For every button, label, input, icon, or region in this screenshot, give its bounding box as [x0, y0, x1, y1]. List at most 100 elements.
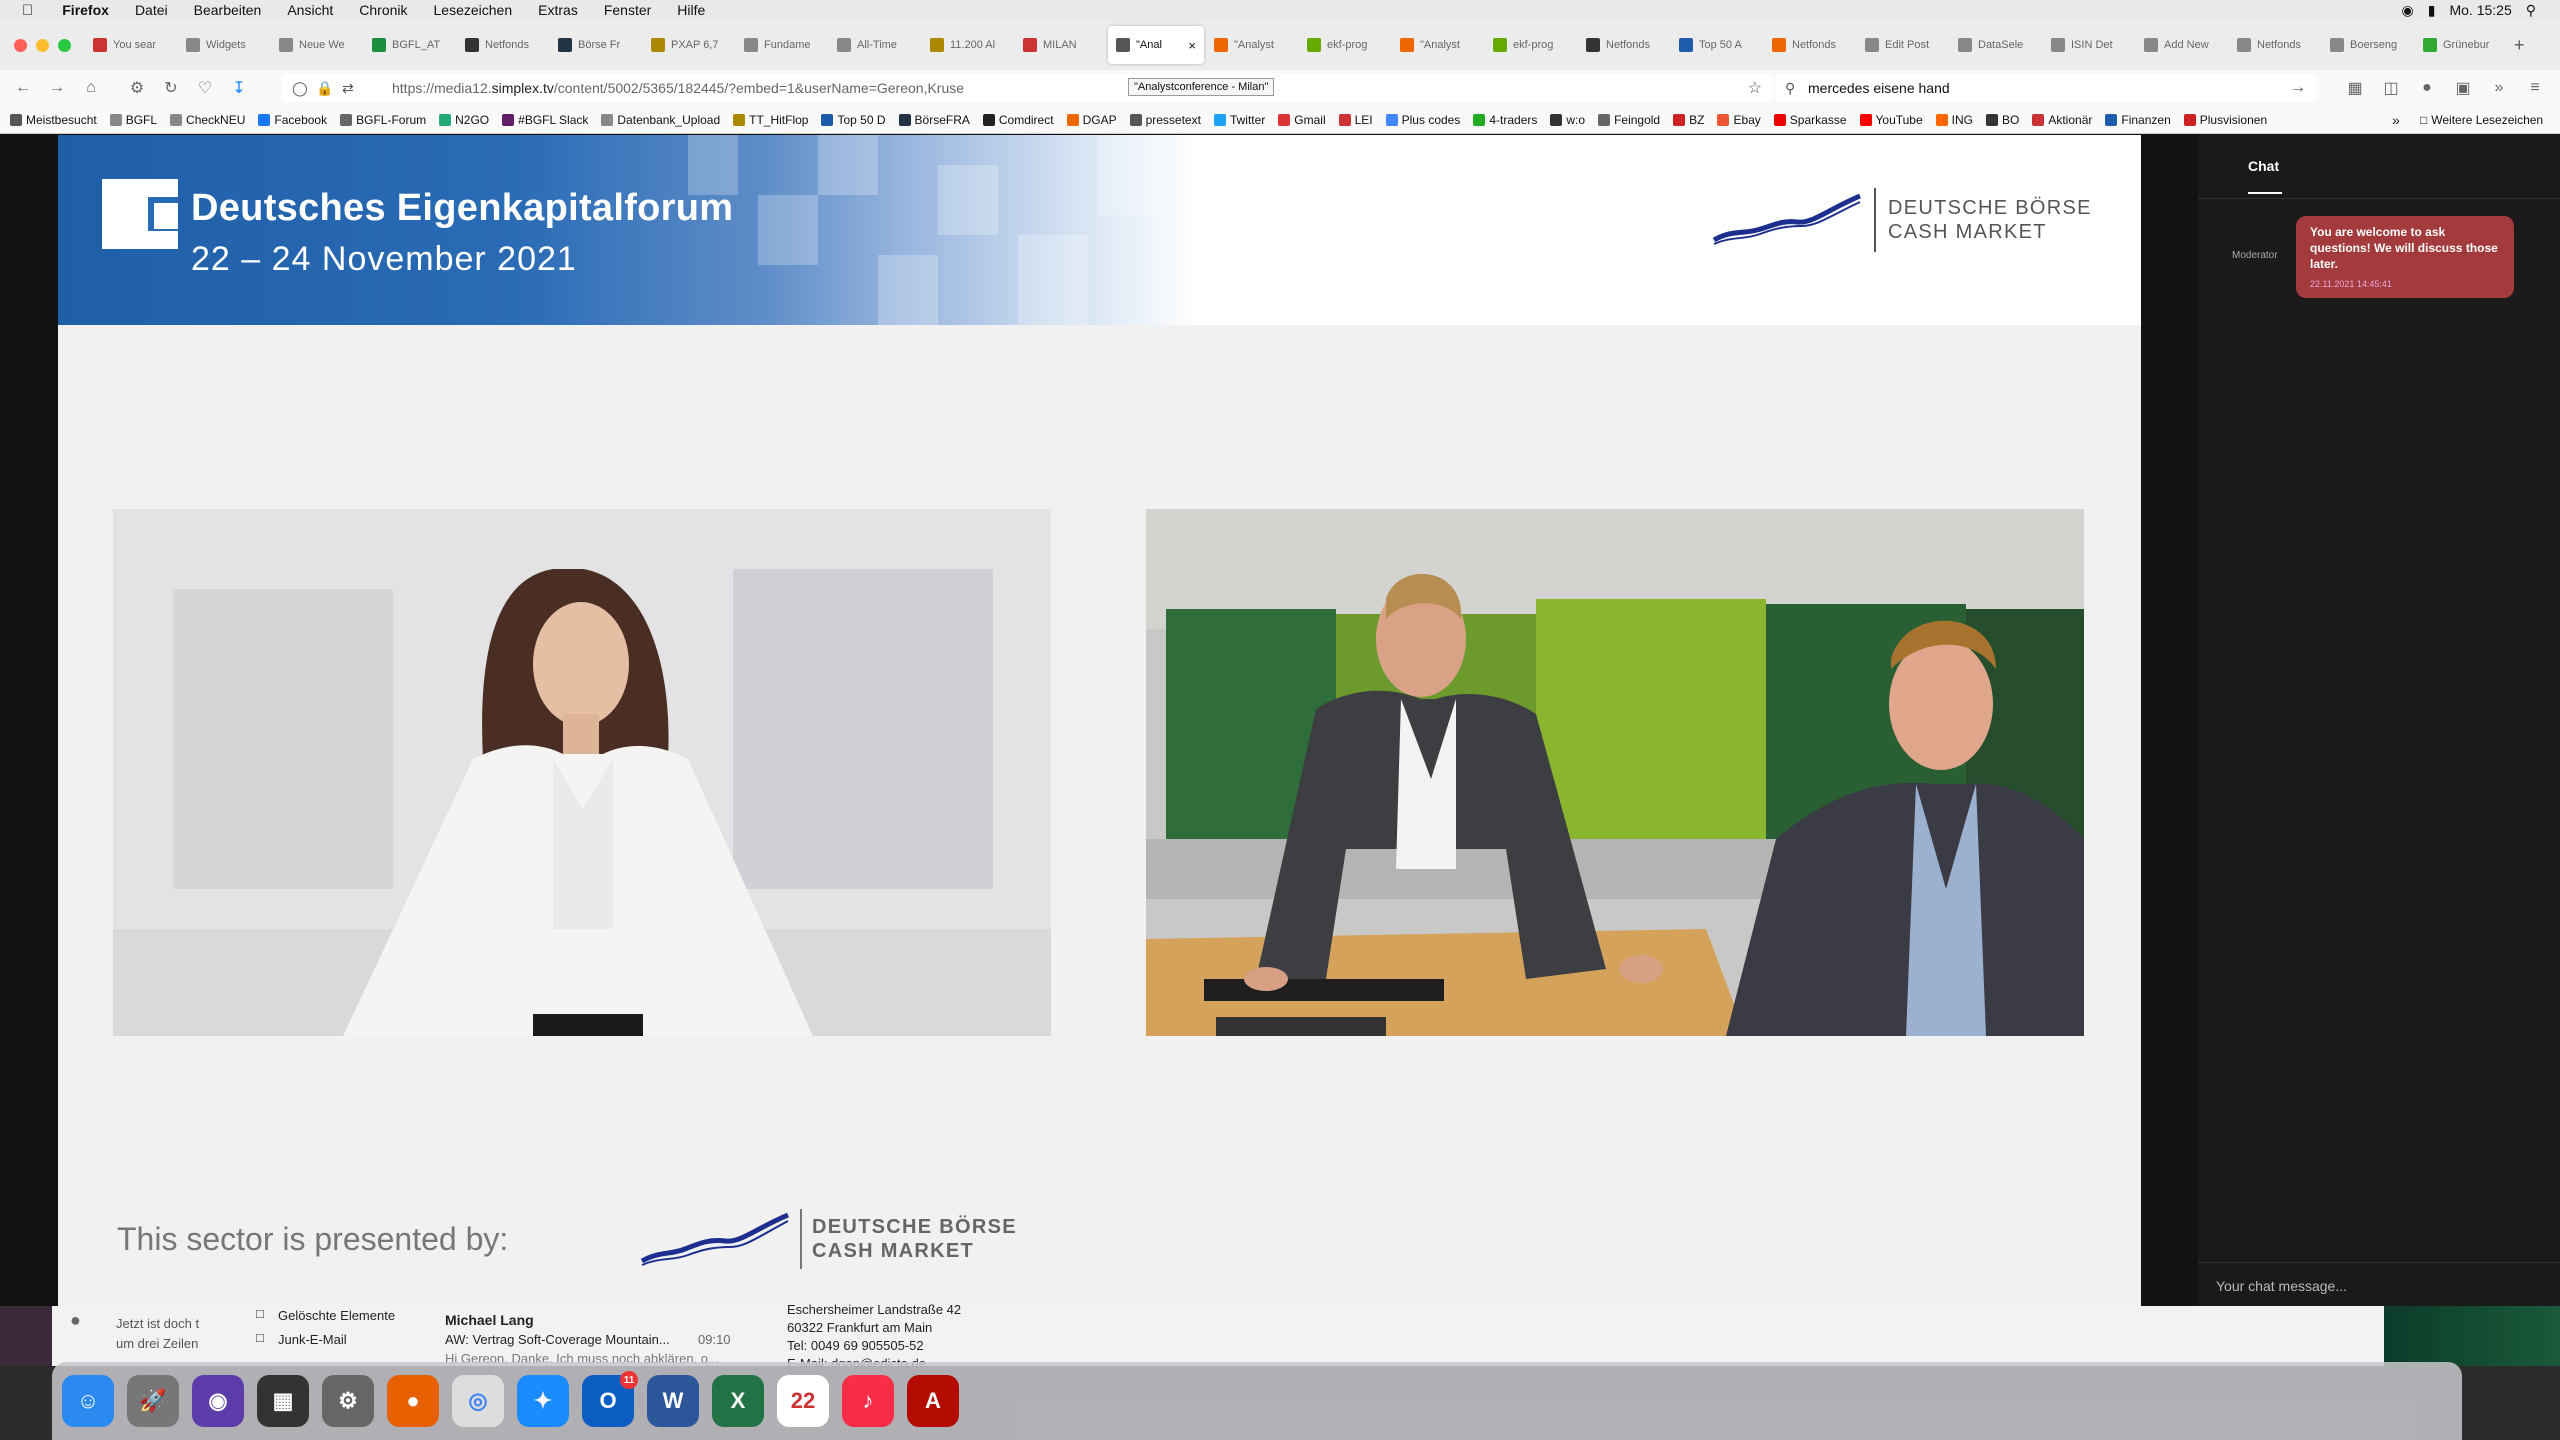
mail-folder-junk[interactable]: Junk-E-Mail: [278, 1332, 347, 1347]
bookmark-item[interactable]: BGFL-Forum: [340, 113, 426, 127]
menu-datei[interactable]: Datei: [122, 2, 181, 18]
browser-tab[interactable]: "Analyst: [1392, 26, 1483, 64]
bookmarks-overflow-icon[interactable]: »: [2392, 112, 2400, 128]
video-feed-speakers[interactable]: [1146, 509, 2084, 1036]
dock-app-acrobat[interactable]: A: [907, 1375, 959, 1427]
forward-icon[interactable]: →: [40, 79, 74, 97]
browser-tab[interactable]: Fundame: [736, 26, 827, 64]
browser-tab[interactable]: ISIN Det: [2043, 26, 2134, 64]
bookmark-item[interactable]: Top 50 D: [821, 113, 886, 127]
browser-tab[interactable]: ekf-prog: [1299, 26, 1390, 64]
tab-chat[interactable]: Chat: [2248, 158, 2279, 174]
dock-app-mission-control[interactable]: ▦: [257, 1375, 309, 1427]
bookmark-item[interactable]: BGFL: [109, 113, 157, 127]
bookmark-item[interactable]: YouTube: [1859, 113, 1923, 127]
menu-chronik[interactable]: Chronik: [346, 2, 420, 18]
dock-app-word[interactable]: W: [647, 1375, 699, 1427]
bookmark-item[interactable]: 4-traders: [1473, 113, 1537, 127]
reload-icon[interactable]: ↻: [154, 78, 188, 98]
browser-tab[interactable]: All-Time: [829, 26, 920, 64]
menu-ansicht[interactable]: Ansicht: [274, 2, 346, 18]
browser-tab[interactable]: You sear: [85, 26, 176, 64]
browser-tab[interactable]: "Anal ×: [1108, 26, 1204, 64]
browser-tab[interactable]: Netfonds: [2229, 26, 2320, 64]
menu-fenster[interactable]: Fenster: [591, 2, 664, 18]
menu-app-name[interactable]: Firefox: [49, 2, 122, 18]
mail-folder-deleted[interactable]: Gelöschte Elemente: [278, 1308, 395, 1323]
bookmark-item[interactable]: Ebay: [1717, 113, 1761, 127]
dock-app-music[interactable]: ♪: [842, 1375, 894, 1427]
mail-subject[interactable]: AW: Vertrag Soft-Coverage Mountain...: [445, 1332, 670, 1347]
browser-tab[interactable]: Netfonds: [1764, 26, 1855, 64]
bookmark-item[interactable]: ING: [1935, 113, 1973, 127]
pocket-icon[interactable]: ♡: [188, 78, 222, 98]
browser-tab[interactable]: DataSele: [1950, 26, 2041, 64]
bookmark-item[interactable]: BO: [1986, 113, 2019, 127]
bookmark-item[interactable]: Twitter: [1213, 113, 1265, 127]
browser-tab[interactable]: Edit Post: [1857, 26, 1948, 64]
dock-app-calendar[interactable]: 22: [777, 1375, 829, 1427]
bookmark-item[interactable]: Finanzen: [2105, 113, 2171, 127]
browser-tab[interactable]: PXAP 6,7: [643, 26, 734, 64]
browser-tab[interactable]: MILAN: [1015, 26, 1106, 64]
home-icon[interactable]: ⌂: [74, 79, 108, 97]
search-bar[interactable]: ⚲ mercedes eisene hand →: [1776, 74, 2316, 102]
library-icon[interactable]: ▦: [2338, 78, 2372, 98]
wifi-icon[interactable]: ◉: [2402, 2, 2414, 19]
bookmark-other[interactable]: □ Weitere Lesezeichen: [2420, 113, 2543, 127]
video-feed-presenter[interactable]: [113, 509, 1051, 1036]
bookmark-item[interactable]: Gmail: [1278, 113, 1326, 127]
dock-app-siri[interactable]: ◉: [192, 1375, 244, 1427]
browser-tab[interactable]: Börse Fr: [550, 26, 641, 64]
browser-tab[interactable]: Widgets: [178, 26, 269, 64]
dock-app-system-preferences[interactable]: ⚙: [322, 1375, 374, 1427]
bookmark-item[interactable]: BörseFRA: [898, 113, 970, 127]
dock-app-excel[interactable]: X: [712, 1375, 764, 1427]
bookmark-item[interactable]: Comdirect: [982, 113, 1054, 127]
bookmark-item[interactable]: BZ: [1673, 113, 1704, 127]
browser-tab[interactable]: Netfonds: [1578, 26, 1669, 64]
close-tab-icon[interactable]: ×: [1188, 38, 1196, 53]
spotlight-icon[interactable]: ⚲: [2526, 2, 2536, 19]
bookmark-item[interactable]: DGAP: [1066, 113, 1117, 127]
minimize-window-button[interactable]: [36, 38, 49, 52]
bookmark-star-icon[interactable]: ☆: [1748, 78, 1762, 98]
back-icon[interactable]: ←: [6, 79, 40, 97]
zoom-window-button[interactable]: [58, 38, 71, 52]
bookmark-item[interactable]: w:o: [1550, 113, 1585, 127]
browser-tab[interactable]: Netfonds: [457, 26, 548, 64]
browser-tab[interactable]: Grünebur: [2415, 26, 2506, 64]
extensions-icon[interactable]: ⚙: [120, 78, 154, 98]
browser-tab[interactable]: 11.200 Al: [922, 26, 1013, 64]
bookmark-item[interactable]: LEI: [1338, 113, 1373, 127]
menu-bearbeiten[interactable]: Bearbeiten: [181, 2, 275, 18]
browser-tab[interactable]: ekf-prog: [1485, 26, 1576, 64]
permissions-icon[interactable]: ⇄: [342, 80, 354, 97]
downloads-icon[interactable]: ↧: [222, 78, 256, 98]
hamburger-menu-icon[interactable]: ≡: [2518, 79, 2552, 97]
account-icon[interactable]: ●: [2410, 79, 2444, 97]
bookmark-item[interactable]: CheckNEU: [170, 113, 245, 127]
overflow-icon[interactable]: »: [2482, 79, 2516, 97]
bookmark-item[interactable]: Sparkasse: [1773, 113, 1847, 127]
browser-tab[interactable]: Add New: [2136, 26, 2227, 64]
browser-tab[interactable]: Top 50 A: [1671, 26, 1762, 64]
bookmark-item[interactable]: Facebook: [258, 113, 327, 127]
url-bar[interactable]: ◯ 🔒 ⇄ https://media12. simplex.tv/content…: [282, 74, 1772, 102]
browser-tab[interactable]: Neue We: [271, 26, 362, 64]
bookmark-item[interactable]: Plusvisionen: [2183, 113, 2267, 127]
browser-tab[interactable]: Boerseng: [2322, 26, 2413, 64]
menubar-clock[interactable]: Mo. 15:25: [2449, 2, 2511, 18]
browser-tab[interactable]: BGFL_AT: [364, 26, 455, 64]
bookmark-item[interactable]: pressetext: [1129, 113, 1201, 127]
battery-icon[interactable]: ▮: [2428, 2, 2436, 19]
bookmark-item[interactable]: Datenbank_Upload: [601, 113, 720, 127]
dock-app-firefox[interactable]: ●: [387, 1375, 439, 1427]
bookmark-item[interactable]: TT_HitFlop: [733, 113, 808, 127]
menu-extras[interactable]: Extras: [525, 2, 591, 18]
bookmark-item[interactable]: Aktionär: [2032, 113, 2092, 127]
browser-tab[interactable]: "Analyst: [1206, 26, 1297, 64]
apple-menu-icon[interactable]: : [0, 2, 49, 19]
bookmark-item[interactable]: #BGFL Slack: [502, 113, 588, 127]
menu-hilfe[interactable]: Hilfe: [664, 2, 718, 18]
